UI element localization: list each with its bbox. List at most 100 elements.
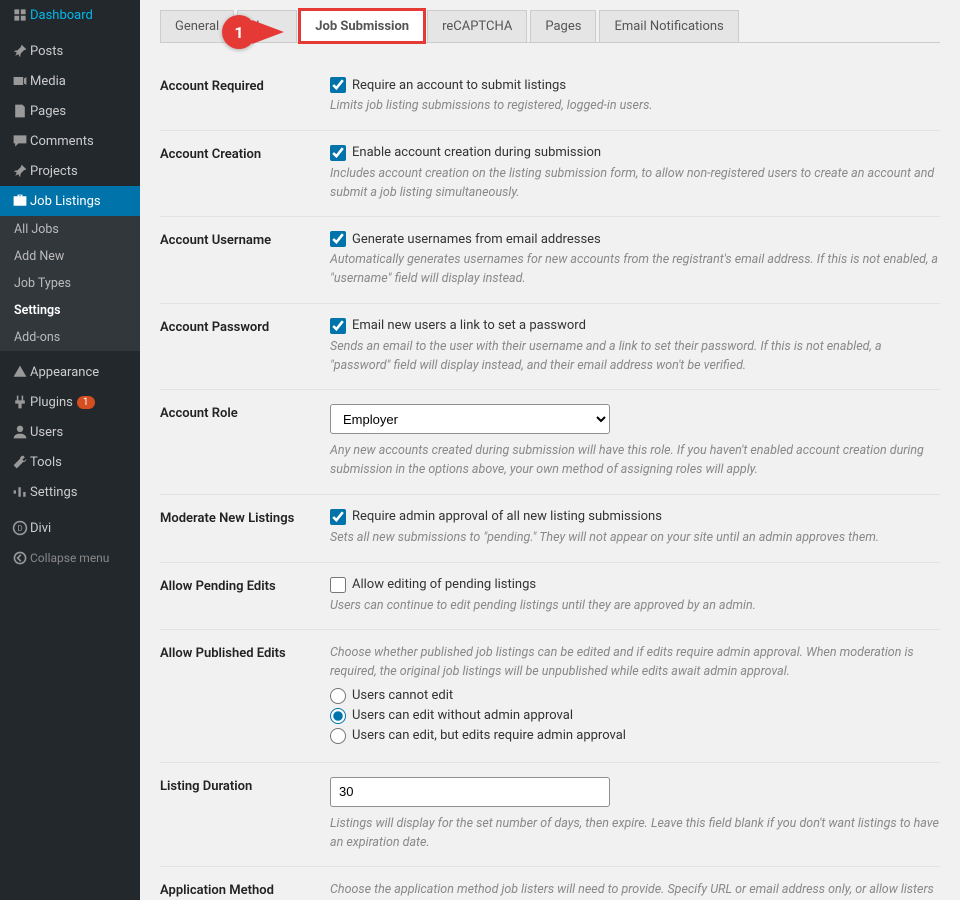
svg-text:D: D	[17, 524, 22, 533]
sidebar-label: Tools	[30, 455, 62, 470]
label-account-required: Account Required	[160, 77, 330, 94]
label-moderate: Moderate New Listings	[160, 509, 330, 526]
sidebar-label: Divi	[30, 521, 51, 536]
row-allow-published: Allow Published Edits Choose whether pub…	[160, 630, 940, 763]
sidebar-item-divi[interactable]: D Divi	[0, 513, 140, 543]
sidebar-item-tools[interactable]: Tools	[0, 447, 140, 477]
help-text: Sets all new submissions to "pending." T…	[330, 529, 940, 548]
sidebar-item-plugins[interactable]: Plugins 1	[0, 387, 140, 417]
row-allow-pending: Allow Pending Edits Allow editing of pen…	[160, 563, 940, 631]
checkbox-allow-pending[interactable]	[330, 577, 346, 593]
settings-icon	[10, 484, 30, 500]
sidebar-sub-settings[interactable]: Settings	[0, 297, 140, 324]
checkbox-account-username[interactable]	[330, 231, 346, 247]
sidebar-sub-job-types[interactable]: Job Types	[0, 270, 140, 297]
sidebar-item-settings[interactable]: Settings	[0, 477, 140, 507]
checkbox-moderate[interactable]	[330, 509, 346, 525]
select-account-role[interactable]: Employer	[330, 404, 610, 434]
sidebar-item-users[interactable]: Users	[0, 417, 140, 447]
sidebar-label: Pages	[30, 104, 66, 119]
label-account-creation: Account Creation	[160, 145, 330, 162]
sidebar-item-pages[interactable]: Pages	[0, 96, 140, 126]
help-text: Choose the application method job lister…	[330, 881, 940, 900]
label-allow-pending: Allow Pending Edits	[160, 577, 330, 594]
comment-icon	[10, 133, 30, 149]
help-text: Includes account creation on the listing…	[330, 165, 940, 203]
input-listing-duration[interactable]	[330, 777, 610, 807]
sidebar-item-job-listings[interactable]: Job Listings	[0, 186, 140, 216]
row-account-required: Account Required Require an account to s…	[160, 63, 940, 131]
sidebar-label: Job Listings	[30, 194, 101, 209]
radio-edit-no-approval[interactable]	[330, 708, 346, 724]
pin-icon	[10, 43, 30, 59]
sidebar-sub-add-new[interactable]: Add New	[0, 243, 140, 270]
page-icon	[10, 103, 30, 119]
radio-cannot-edit[interactable]	[330, 688, 346, 704]
dashboard-icon	[10, 7, 30, 23]
sidebar-item-media[interactable]: Media	[0, 66, 140, 96]
label-account-username: Account Username	[160, 231, 330, 248]
radio-edit-with-approval[interactable]	[330, 728, 346, 744]
checkbox-label: Generate usernames from email addresses	[352, 232, 601, 247]
checkbox-account-password[interactable]	[330, 318, 346, 334]
sidebar-collapse[interactable]: Collapse menu	[0, 543, 140, 573]
checkbox-label: Require an account to submit listings	[352, 78, 566, 93]
sidebar-label: Users	[30, 425, 63, 440]
sidebar-item-dashboard[interactable]: Dashboard	[0, 0, 140, 30]
sidebar-label: Settings	[30, 485, 77, 500]
sidebar-item-comments[interactable]: Comments	[0, 126, 140, 156]
sidebar-label: Media	[30, 74, 66, 89]
label-account-password: Account Password	[160, 318, 330, 335]
checkbox-label: Require admin approval of all new listin…	[352, 509, 662, 524]
sidebar-label: Dashboard	[30, 8, 93, 23]
plugins-update-badge: 1	[77, 396, 95, 409]
help-text: Choose whether published job listings ca…	[330, 644, 940, 682]
checkbox-account-creation[interactable]	[330, 145, 346, 161]
briefcase-icon	[10, 193, 30, 209]
media-icon	[10, 73, 30, 89]
help-text: Listings will display for the set number…	[330, 815, 940, 853]
label-listing-duration: Listing Duration	[160, 777, 330, 794]
admin-sidebar: Dashboard Posts Media Pages Comments Pro…	[0, 0, 140, 900]
divi-icon: D	[10, 520, 30, 536]
sidebar-sub-addons[interactable]: Add-ons	[0, 324, 140, 351]
help-text: Limits job listing submissions to regist…	[330, 97, 940, 116]
label-application-method: Application Method	[160, 881, 330, 898]
help-text: Automatically generates usernames for ne…	[330, 251, 940, 289]
label-allow-published: Allow Published Edits	[160, 644, 330, 661]
sidebar-item-projects[interactable]: Projects	[0, 156, 140, 186]
tab-partial[interactable]: J	[237, 10, 297, 42]
sidebar-label: Collapse menu	[30, 551, 109, 565]
tab-recaptcha[interactable]: reCAPTCHA	[427, 10, 527, 42]
settings-content: General J Job Submission reCAPTCHA Pages…	[140, 0, 960, 900]
tab-general[interactable]: General	[160, 10, 234, 42]
tab-job-submission[interactable]: Job Submission	[300, 10, 424, 42]
help-text: Any new accounts created during submissi…	[330, 442, 940, 480]
row-application-method: Application Method Choose the applicatio…	[160, 867, 940, 900]
sidebar-label: Comments	[30, 134, 94, 149]
settings-tabs: General J Job Submission reCAPTCHA Pages…	[160, 10, 940, 43]
sidebar-label: Appearance	[30, 365, 99, 380]
sidebar-label: Posts	[30, 44, 63, 59]
help-text: Users can continue to edit pending listi…	[330, 597, 940, 616]
collapse-icon	[10, 550, 30, 566]
tools-icon	[10, 454, 30, 470]
sidebar-label: Plugins	[30, 395, 73, 410]
radio-label: Users cannot edit	[352, 688, 453, 703]
checkbox-label: Email new users a link to set a password	[352, 318, 586, 333]
users-icon	[10, 424, 30, 440]
tab-pages[interactable]: Pages	[530, 10, 596, 42]
sidebar-item-appearance[interactable]: Appearance	[0, 357, 140, 387]
sidebar-sub-all-jobs[interactable]: All Jobs	[0, 216, 140, 243]
radio-label: Users can edit, but edits require admin …	[352, 728, 626, 743]
radio-label: Users can edit without admin approval	[352, 708, 573, 723]
row-listing-duration: Listing Duration Listings will display f…	[160, 763, 940, 868]
row-account-username: Account Username Generate usernames from…	[160, 217, 940, 304]
help-text: Sends an email to the user with their us…	[330, 338, 940, 376]
checkbox-label: Enable account creation during submissio…	[352, 145, 601, 160]
tab-email-notifications[interactable]: Email Notifications	[599, 10, 738, 42]
row-account-password: Account Password Email new users a link …	[160, 304, 940, 391]
sidebar-item-posts[interactable]: Posts	[0, 36, 140, 66]
pin-icon	[10, 163, 30, 179]
checkbox-account-required[interactable]	[330, 77, 346, 93]
